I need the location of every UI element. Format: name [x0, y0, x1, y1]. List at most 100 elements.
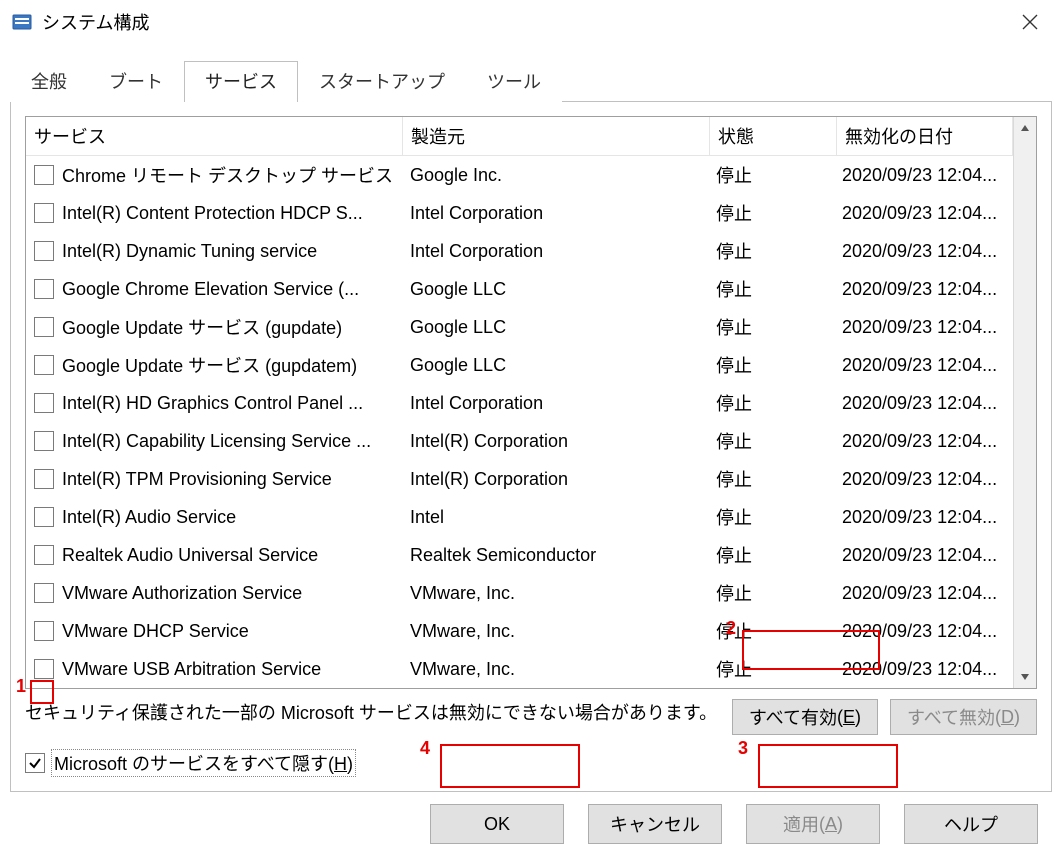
hide-ms-services-checkbox[interactable] — [25, 753, 45, 773]
row-checkbox[interactable] — [34, 279, 54, 299]
cell-manufacturer: Google LLC — [402, 313, 708, 342]
col-header-disabled-date[interactable]: 無効化の日付 — [837, 117, 1013, 155]
row-checkbox[interactable] — [34, 507, 54, 527]
row-checkbox[interactable] — [34, 241, 54, 261]
row-checkbox[interactable] — [34, 317, 54, 337]
row-checkbox[interactable] — [34, 393, 54, 413]
hide-ms-accel: H — [334, 754, 347, 774]
cell-state: 停止 — [708, 462, 834, 496]
tab-tools[interactable]: ツール — [466, 61, 562, 102]
cell-service: VMware DHCP Service — [26, 617, 402, 646]
cancel-button[interactable]: キャンセル — [588, 804, 722, 844]
service-name: VMware USB Arbitration Service — [62, 659, 321, 680]
dialog-footer: OK キャンセル 適用(A) ヘルプ — [0, 804, 1062, 844]
table-row[interactable]: Realtek Audio Universal Service Realtek S… — [26, 536, 1013, 574]
scroll-up-icon[interactable] — [1014, 117, 1036, 139]
row-checkbox[interactable] — [34, 469, 54, 489]
tab-general[interactable]: 全般 — [10, 61, 88, 102]
row-checkbox[interactable] — [34, 355, 54, 375]
table-row[interactable]: VMware DHCP ServiceVMware, Inc.停止2020/09… — [26, 612, 1013, 650]
hide-ms-text: Microsoft のサービスをすべて隠す — [54, 754, 328, 774]
cell-disabled-date: 2020/09/23 12:04... — [834, 617, 1013, 646]
table-row[interactable]: Chrome リモート デスクトップ サービスGoogle Inc.停止2020… — [26, 156, 1013, 194]
enable-all-accel: E — [843, 707, 855, 728]
cell-manufacturer: Google LLC — [402, 351, 708, 380]
table-row[interactable]: Intel(R) TPM Provisioning ServiceIntel(R… — [26, 460, 1013, 498]
help-button[interactable]: ヘルプ — [904, 804, 1038, 844]
ok-button[interactable]: OK — [430, 804, 564, 844]
cell-disabled-date: 2020/09/23 12:04... — [834, 161, 1013, 190]
list-body[interactable]: Chrome リモート デスクトップ サービスGoogle Inc.停止2020… — [26, 156, 1013, 688]
cell-manufacturer: Intel Corporation — [402, 199, 708, 228]
service-name: Intel(R) Capability Licensing Service ..… — [62, 431, 371, 452]
row-checkbox[interactable] — [34, 165, 54, 185]
services-list: サービス 製造元 状態 無効化の日付 Chrome リモート デスクトップ サー… — [25, 116, 1037, 689]
row-checkbox[interactable] — [34, 203, 54, 223]
row-checkbox[interactable] — [34, 545, 54, 565]
disable-all-button[interactable]: すべて無効(D) — [890, 699, 1037, 735]
tab-strip: 全般 ブート サービス スタートアップ ツール — [0, 60, 1062, 101]
row-checkbox[interactable] — [34, 431, 54, 451]
row-checkbox[interactable] — [34, 659, 54, 679]
cell-disabled-date: 2020/09/23 12:04... — [834, 389, 1013, 418]
disable-all-accel: D — [1001, 707, 1014, 728]
cell-manufacturer: VMware, Inc. — [402, 617, 708, 646]
cell-manufacturer: VMware, Inc. — [402, 655, 708, 684]
cell-state: 停止 — [708, 386, 834, 420]
table-row[interactable]: Google Chrome Elevation Service (... Goog… — [26, 270, 1013, 308]
cell-state: 停止 — [708, 272, 834, 306]
vertical-scrollbar[interactable] — [1013, 117, 1036, 688]
apply-button[interactable]: 適用(A) — [746, 804, 880, 844]
disable-all-label: すべて無効 — [907, 704, 995, 730]
table-row[interactable]: Google Update サービス (gupdatem)Google LLC停… — [26, 346, 1013, 384]
cell-service: VMware USB Arbitration Service — [26, 655, 402, 684]
scroll-down-icon[interactable] — [1014, 666, 1036, 688]
close-button[interactable] — [1008, 0, 1052, 44]
cell-manufacturer: Google LLC — [402, 275, 708, 304]
cell-service: Realtek Audio Universal Service — [26, 541, 402, 570]
table-row[interactable]: VMware Authorization ServiceVMware, Inc.… — [26, 574, 1013, 612]
tab-services[interactable]: サービス — [184, 61, 298, 102]
col-header-state[interactable]: 状態 — [710, 117, 837, 155]
service-name: Realtek Audio Universal Service — [62, 545, 318, 566]
cell-state: 停止 — [708, 424, 834, 458]
table-row[interactable]: Intel(R) Capability Licensing Service ..… — [26, 422, 1013, 460]
table-row[interactable]: Google Update サービス (gupdate)Google LLC停止… — [26, 308, 1013, 346]
cell-service: Google Update サービス (gupdate) — [26, 310, 402, 344]
title-bar: システム構成 — [0, 0, 1062, 44]
cell-manufacturer: Intel Corporation — [402, 389, 708, 418]
window-title: システム構成 — [42, 9, 149, 35]
col-header-service[interactable]: サービス — [26, 117, 403, 155]
table-row[interactable]: Intel(R) HD Graphics Control Panel ...In… — [26, 384, 1013, 422]
table-row[interactable]: VMware USB Arbitration Service VMware, In… — [26, 650, 1013, 688]
table-row[interactable]: Intel(R) Content Protection HDCP S... Int… — [26, 194, 1013, 232]
tab-boot[interactable]: ブート — [88, 61, 184, 102]
col-header-manufacturer[interactable]: 製造元 — [403, 117, 710, 155]
row-checkbox[interactable] — [34, 583, 54, 603]
tab-startup[interactable]: スタートアップ — [298, 61, 466, 102]
cell-state: 停止 — [708, 576, 834, 610]
cell-service: Intel(R) Capability Licensing Service ..… — [26, 427, 402, 456]
cell-disabled-date: 2020/09/23 12:04... — [834, 579, 1013, 608]
service-name: Google Chrome Elevation Service (... — [62, 279, 359, 300]
cell-manufacturer: Realtek Semiconductor — [402, 541, 708, 570]
cell-service: Chrome リモート デスクトップ サービス — [26, 158, 402, 192]
service-name: Intel(R) Content Protection HDCP S... — [62, 203, 363, 224]
table-row[interactable]: Intel(R) Dynamic Tuning serviceIntel Cor… — [26, 232, 1013, 270]
cell-state: 停止 — [708, 500, 834, 534]
cell-state: 停止 — [708, 348, 834, 382]
service-name: Intel(R) TPM Provisioning Service — [62, 469, 332, 490]
cell-manufacturer: VMware, Inc. — [402, 579, 708, 608]
service-name: Intel(R) Dynamic Tuning service — [62, 241, 317, 262]
cell-disabled-date: 2020/09/23 12:04... — [834, 465, 1013, 494]
cell-service: Intel(R) TPM Provisioning Service — [26, 465, 402, 494]
cell-disabled-date: 2020/09/23 12:04... — [834, 351, 1013, 380]
scroll-track[interactable] — [1014, 139, 1036, 666]
enable-all-button[interactable]: すべて有効(E) — [732, 699, 878, 735]
row-checkbox[interactable] — [34, 621, 54, 641]
cell-state: 停止 — [708, 196, 834, 230]
cell-manufacturer: Google Inc. — [402, 161, 708, 190]
apply-label: 適用 — [783, 811, 819, 837]
hide-ms-services-label[interactable]: Microsoft のサービスをすべて隠す(H) — [51, 749, 356, 777]
table-row[interactable]: Intel(R) Audio ServiceIntel停止2020/09/23 … — [26, 498, 1013, 536]
